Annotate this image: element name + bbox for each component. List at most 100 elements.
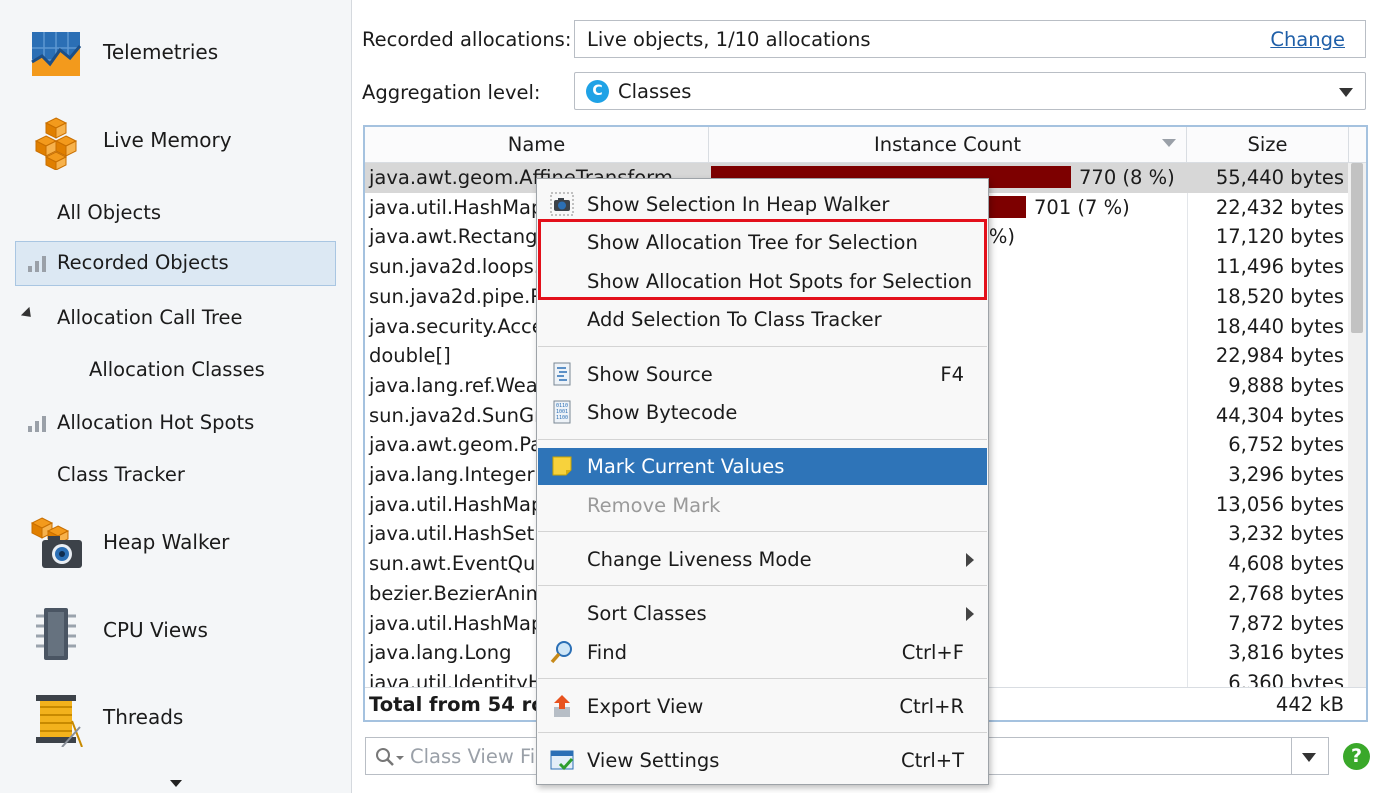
menu-item-mark-current-values[interactable]: Mark Current Values <box>538 448 987 485</box>
nav-heap-walker-label: Heap Walker <box>103 530 230 554</box>
cell-size: 22,984 bytes <box>1215 344 1344 368</box>
chevron-down-icon[interactable] <box>1302 753 1316 762</box>
menu-item-show-selection-in-heap-walker[interactable]: Show Selection In Heap Walker <box>538 186 987 222</box>
nav-all-objects[interactable]: All Objects <box>0 191 352 235</box>
sidebar: Telemetries Live Memory All Objects Reco… <box>0 0 352 793</box>
sticky-note-icon <box>552 456 572 476</box>
cell-size: 18,440 bytes <box>1215 314 1344 338</box>
find-magnifier-icon <box>550 641 572 664</box>
nav-allocation-classes[interactable]: Allocation Classes <box>0 348 352 392</box>
menu-item-show-bytecode[interactable]: 0110 1001 1100 Show Bytecode <box>538 394 987 430</box>
cell-size: 18,520 bytes <box>1215 284 1344 308</box>
change-link[interactable]: Change <box>1270 28 1345 51</box>
nav-recorded-objects[interactable]: Recorded Objects <box>0 241 352 286</box>
nav-allocation-classes-label: Allocation Classes <box>89 358 265 381</box>
cell-class-name: java.awt.geom.Pat <box>369 433 550 457</box>
cell-class-name: java.util.HashMap <box>369 492 544 516</box>
column-header-size[interactable]: Size <box>1187 127 1349 163</box>
camera-icon <box>550 192 574 216</box>
annotation-highlight-box <box>538 219 987 300</box>
column-header-instance-count[interactable]: Instance Count <box>709 127 1187 163</box>
chevron-down-icon <box>1339 88 1353 97</box>
menu-item-sort-classes[interactable]: Sort Classes <box>538 595 987 631</box>
cell-size: 6,360 bytes <box>1228 670 1344 687</box>
view-settings-icon <box>550 750 574 771</box>
cell-class-name: bezier.BezierAnim <box>369 581 545 605</box>
heap-walker-icon <box>30 517 82 568</box>
source-file-icon <box>553 362 571 386</box>
cell-class-name: sun.java2d.loops.R <box>369 255 554 279</box>
cell-size: 7,872 bytes <box>1228 611 1344 635</box>
nav-class-tracker[interactable]: Class Tracker <box>0 453 352 497</box>
cell-class-name: java.util.IdentityHa <box>369 670 555 687</box>
cell-size: 9,888 bytes <box>1228 373 1344 397</box>
bytecode-icon: 011010011100 <box>553 400 571 424</box>
cell-class-name: sun.awt.EventQue <box>369 552 548 576</box>
sort-descending-icon <box>1162 139 1176 147</box>
nav-telemetries[interactable]: Telemetries <box>0 18 352 88</box>
nav-live-memory[interactable]: Live Memory <box>0 106 352 176</box>
nav-telemetries-label: Telemetries <box>103 40 219 64</box>
help-icon[interactable]: ? <box>1343 743 1370 770</box>
menu-item-find[interactable]: Find Ctrl+F <box>538 634 987 670</box>
cell-size: 11,496 bytes <box>1215 255 1344 279</box>
menu-item-export-view[interactable]: Export View Ctrl+R <box>538 688 987 724</box>
cell-class-name: java.util.HashMap <box>369 611 544 635</box>
cell-size: 55,440 bytes <box>1215 166 1344 189</box>
scroll-more-arrow-icon[interactable] <box>170 780 182 787</box>
cell-size: 3,232 bytes <box>1228 522 1344 546</box>
aggregation-level-label: Aggregation level: <box>362 81 541 104</box>
aggregation-level-select[interactable]: C Classes <box>574 72 1366 110</box>
nav-heap-walker[interactable]: Heap Walker <box>0 508 352 578</box>
cell-instance-count: 701 (7 %) <box>1034 195 1130 219</box>
menu-item-view-settings[interactable]: View Settings Ctrl+T <box>538 742 987 778</box>
live-memory-icon <box>34 117 78 170</box>
recorded-allocations-value: Live objects, 1/10 allocations <box>587 28 871 51</box>
cell-size: 3,816 bytes <box>1228 641 1344 665</box>
cell-instance-count: 770 (8 %) <box>1079 166 1175 189</box>
cell-class-name: java.util.HashMap <box>369 195 544 219</box>
thread-spool-icon <box>36 695 83 747</box>
submenu-arrow-icon <box>966 607 974 621</box>
nav-cpu-views[interactable]: CPU Views <box>0 596 352 666</box>
nav-allocation-hot-spots[interactable]: Allocation Hot Spots <box>0 401 352 445</box>
cell-size: 13,056 bytes <box>1215 492 1344 516</box>
table-header: Name Instance Count Size <box>365 127 1366 163</box>
nav-recorded-objects-label: Recorded Objects <box>57 251 229 274</box>
cell-class-name: java.awt.Rectangle <box>369 225 555 249</box>
cell-size: 6,752 bytes <box>1228 433 1344 457</box>
column-header-name[interactable]: Name <box>365 127 709 163</box>
recording-bars-icon <box>28 256 46 272</box>
submenu-arrow-icon <box>966 553 974 567</box>
nav-threads[interactable]: Threads <box>0 683 352 753</box>
expanded-triangle-icon[interactable] <box>20 306 36 322</box>
recorded-allocations-field: Live objects, 1/10 allocations Change <box>574 20 1366 58</box>
recording-bars-icon <box>28 416 46 432</box>
nav-allocation-call-tree-label: Allocation Call Tree <box>57 306 243 329</box>
cell-class-name: java.util.HashSet <box>369 522 535 546</box>
cell-size: 17,120 bytes <box>1215 225 1344 249</box>
nav-live-memory-label: Live Memory <box>103 128 232 152</box>
total-size: 442 kB <box>1275 693 1344 716</box>
table-scrollbar[interactable] <box>1348 163 1366 687</box>
nav-allocation-call-tree[interactable]: Allocation Call Tree <box>0 296 352 340</box>
cell-class-name: java.security.Acces <box>369 314 554 338</box>
svg-text:1100: 1100 <box>556 415 568 421</box>
export-icon <box>554 695 570 717</box>
cell-class-name: sun.java2d.pipe.Re <box>369 284 555 308</box>
menu-item-change-liveness-mode[interactable]: Change Liveness Mode <box>538 541 987 577</box>
cell-class-name: java.lang.Integer <box>369 463 535 486</box>
scrollbar-thumb[interactable] <box>1351 163 1363 333</box>
telemetries-icon <box>31 32 82 76</box>
cell-size: 2,768 bytes <box>1228 581 1344 605</box>
menu-item-show-source[interactable]: Show Source F4 <box>538 356 987 392</box>
menu-item-add-to-class-tracker[interactable]: Add Selection To Class Tracker <box>538 301 987 337</box>
search-icon <box>376 748 404 766</box>
nav-cpu-views-label: CPU Views <box>103 618 208 642</box>
nav-class-tracker-label: Class Tracker <box>57 463 185 486</box>
menu-item-remove-mark: Remove Mark <box>587 494 721 517</box>
cpu-chip-icon <box>36 608 76 660</box>
cell-class-name: double[] <box>369 344 451 368</box>
cell-size: 3,296 bytes <box>1228 463 1344 486</box>
cell-size: 4,608 bytes <box>1228 552 1344 576</box>
